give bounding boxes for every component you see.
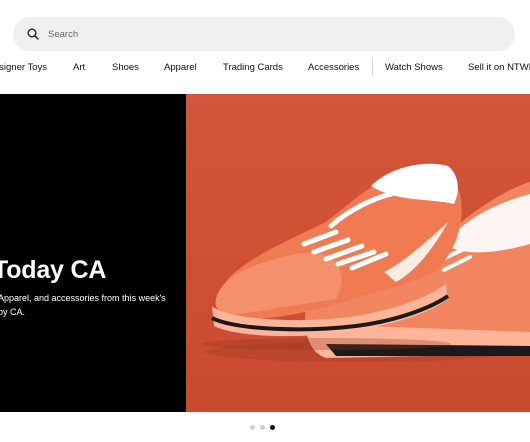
sneakers-image: [201, 163, 530, 362]
carousel-dots: [250, 425, 275, 431]
nav-item-designer-toys[interactable]: Designer Toys: [0, 62, 47, 73]
hero-image: [186, 94, 530, 412]
category-nav: Designer Toys Art Shoes Apparel Trading …: [0, 57, 530, 79]
hero-banner[interactable]: Today CA Apparel, and accessories from t…: [0, 94, 530, 412]
hero-description: Apparel, and accessories from this week'…: [0, 291, 198, 319]
carousel-dot-1[interactable]: [250, 425, 255, 430]
carousel-dot-2[interactable]: [260, 425, 265, 430]
hero-description-line-2: by CA.: [0, 307, 26, 317]
hero-title: Today CA: [0, 256, 107, 284]
nav-item-sell[interactable]: Sell it on NTWRK: [468, 62, 530, 73]
hero-text-panel: Today CA Apparel, and accessories from t…: [0, 94, 186, 412]
carousel-dot-3[interactable]: [270, 425, 275, 430]
nav-item-accessories[interactable]: Accessories: [308, 62, 359, 73]
nav-item-art[interactable]: Art: [73, 62, 85, 73]
page: Designer Toys Art Shoes Apparel Trading …: [0, 0, 530, 442]
nav-divider: [372, 59, 373, 76]
nav-item-watch-shows[interactable]: Watch Shows: [385, 62, 443, 73]
hero-description-line-1: Apparel, and accessories from this week'…: [0, 293, 166, 303]
nav-item-trading-cards[interactable]: Trading Cards: [223, 62, 283, 73]
nav-item-apparel[interactable]: Apparel: [164, 62, 197, 73]
search-icon: [26, 27, 40, 41]
search-input[interactable]: [48, 28, 468, 40]
search-bar[interactable]: [13, 17, 515, 51]
nav-item-shoes[interactable]: Shoes: [112, 62, 139, 73]
